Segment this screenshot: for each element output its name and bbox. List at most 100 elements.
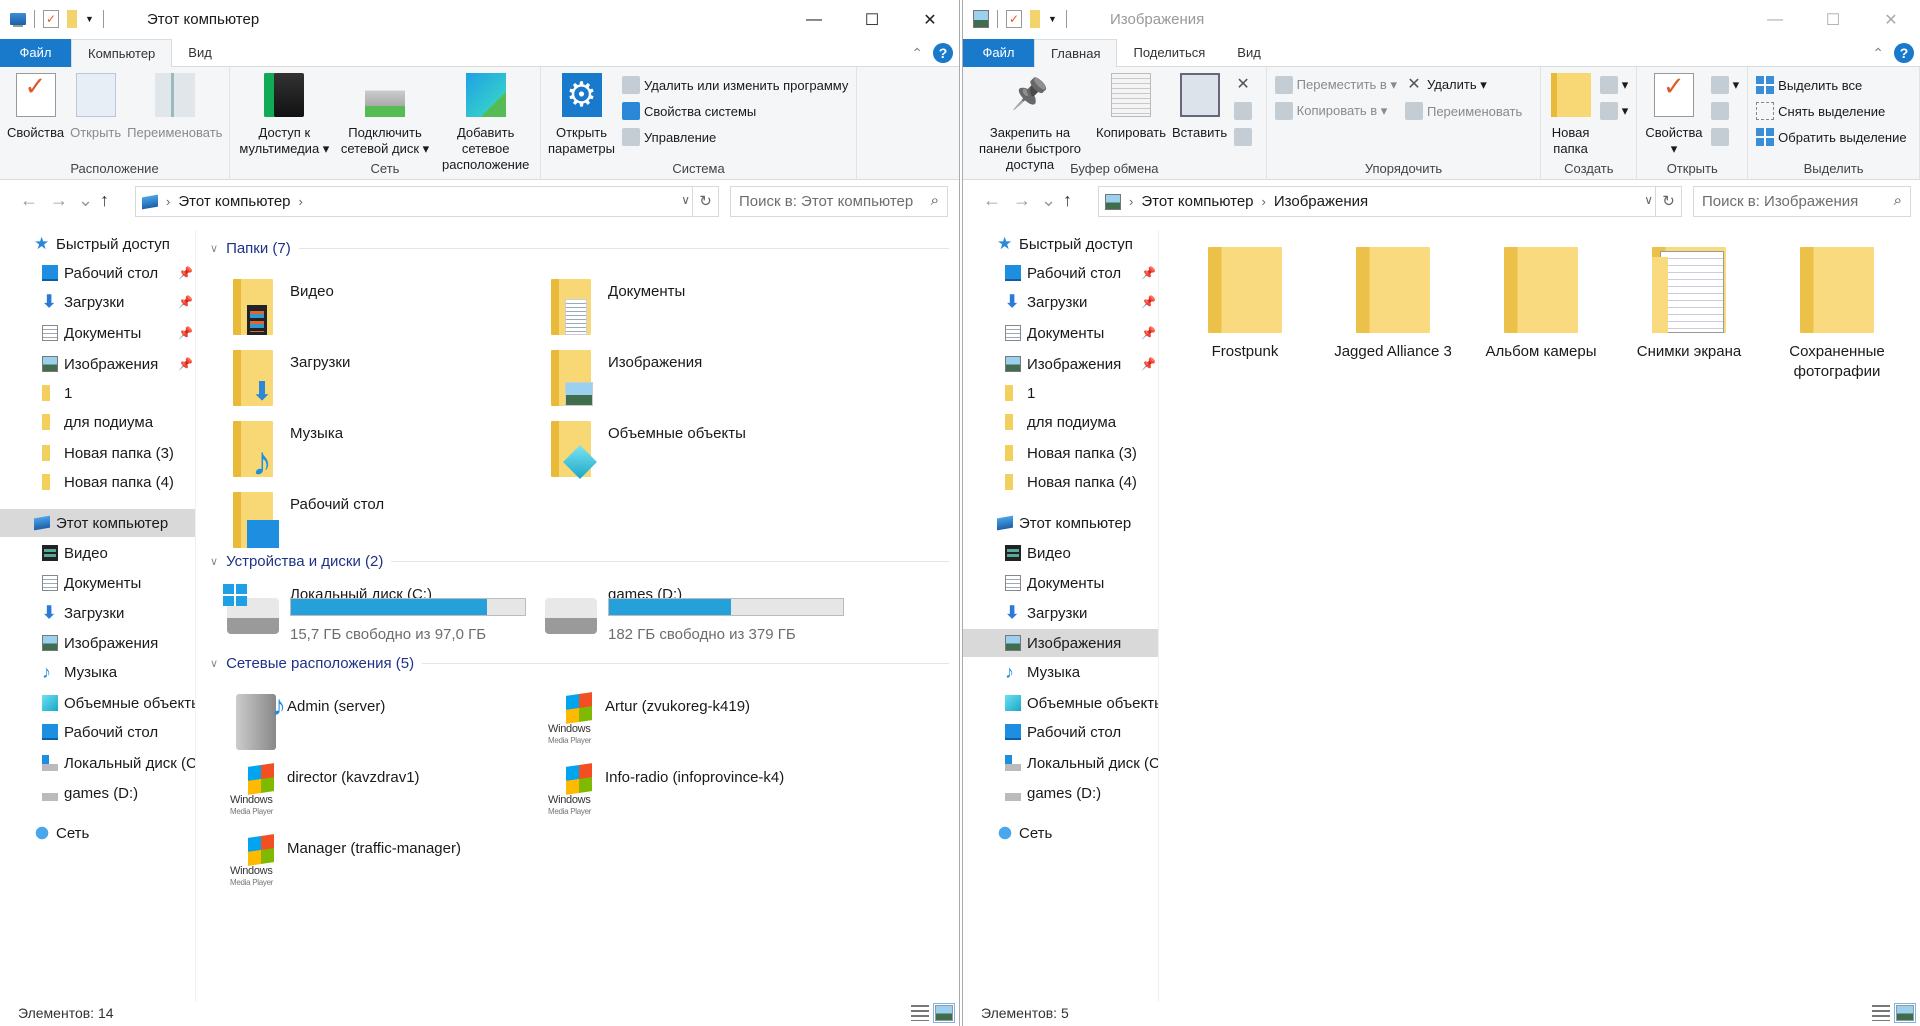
nav-item[interactable]: Новая папка (3) [0,439,195,467]
nav-item[interactable]: Изображения [0,629,195,657]
folder-tile[interactable]: Объемные объекты [551,421,869,489]
pin-icon[interactable]: 📌 [1141,266,1156,280]
nav-item[interactable]: Загрузки [0,599,195,627]
refresh-button[interactable]: ↻ [1655,187,1681,216]
ribbon-small-button[interactable]: Свойства системы [622,101,848,121]
recent-locations-chevron-icon[interactable]: ⌄ [78,190,93,211]
help-icon[interactable]: ? [933,43,953,63]
nav-item[interactable]: 1 [963,379,1158,407]
collapse-ribbon-chevron-icon[interactable]: ⌃ [1872,45,1884,62]
folder-tile[interactable]: Загрузки [233,350,551,418]
ribbon-small-button[interactable]: Обратить выделение [1756,127,1907,147]
search-input[interactable]: Поиск в: Этот компьютер ⌕ [730,186,948,217]
nav-item[interactable]: games (D:) [0,779,195,807]
network-location-tile[interactable]: Admin (server) [230,690,548,762]
breadcrumb-item[interactable]: Изображения [1274,193,1368,210]
nav-item[interactable]: Видео [963,539,1158,567]
nav-item[interactable]: Видео [0,539,195,567]
folder-tile[interactable]: Снимки экрана [1619,247,1759,362]
recent-locations-chevron-icon[interactable]: ⌄ [1041,190,1056,211]
ribbon-small-button[interactable]: Управление [622,127,848,147]
address-dropdown-icon[interactable]: ∨ [1644,193,1653,207]
folder-tile[interactable]: Музыка [233,421,551,489]
nav-item[interactable]: 1 [0,379,195,407]
nav-item[interactable]: Документы [0,569,195,597]
large-icons-view-icon[interactable] [933,1003,955,1023]
nav-item[interactable]: Быстрый доступ [963,230,1158,258]
up-button[interactable]: ↑ [1063,190,1072,211]
folder-tile[interactable]: Альбом камеры [1471,247,1611,362]
breadcrumb-separator-icon[interactable]: › [166,194,170,209]
nav-item[interactable]: games (D:) [963,779,1158,807]
details-view-icon[interactable] [911,1005,929,1021]
collapse-ribbon-chevron-icon[interactable]: ⌃ [911,45,923,62]
nav-item[interactable]: Изображения [963,629,1158,657]
properties-icon[interactable]: ✓ [43,10,59,28]
ribbon-small-button[interactable] [1710,127,1740,147]
ribbon-small-button[interactable] [1234,101,1253,121]
folder-tile[interactable]: Изображения [551,350,869,418]
ribbon-small-button[interactable]: ▾ [1599,101,1628,121]
ribbon-small-button[interactable] [1710,101,1740,121]
maximize-button[interactable]: ☐ [1804,0,1862,39]
ribbon-small-button[interactable]: ▾ [1710,75,1739,95]
nav-item[interactable]: Новая папка (3) [963,439,1158,467]
nav-item[interactable]: Изображения 📌 [963,350,1158,378]
breadcrumb-separator-icon[interactable]: › [1129,194,1133,209]
network-location-tile[interactable]: Windows Media Player Artur (zvukoreg-k419) [548,692,866,762]
minimize-button[interactable]: — [1746,0,1804,39]
details-view-icon[interactable] [1872,1005,1890,1021]
close-button[interactable]: ✕ [901,0,959,39]
maximize-button[interactable]: ☐ [843,0,901,39]
nav-item[interactable]: Локальный диск (C:) [963,749,1158,777]
new-folder-icon[interactable] [1030,10,1040,28]
breadcrumb-separator-icon[interactable]: › [299,194,303,209]
section-header[interactable]: ∨ Папки (7) [210,238,949,258]
tab-1[interactable]: Главная [1034,39,1118,68]
tab-2[interactable]: Вид [172,39,228,67]
address-dropdown-icon[interactable]: ∨ [681,193,690,207]
pin-icon[interactable]: 📌 [178,295,193,309]
folder-tile[interactable]: Frostpunk [1175,247,1315,362]
ribbon-small-button[interactable]: Удалить ▾ [1405,75,1522,95]
nav-item[interactable]: Рабочий стол 📌 [963,259,1158,287]
ribbon-small-button[interactable]: Переместить в ▾ [1274,75,1397,95]
nav-item[interactable]: Загрузки 📌 [963,288,1158,316]
customize-toolbar-chevron-icon[interactable]: ▼ [1048,10,1058,28]
folder-tile[interactable]: Сохраненные фотографии [1767,247,1907,382]
pin-icon[interactable]: 📌 [1141,357,1156,371]
nav-item[interactable]: для подиума [0,408,195,436]
help-icon[interactable]: ? [1894,43,1914,63]
nav-item[interactable]: Объемные объекты [0,689,195,717]
tab-1[interactable]: Компьютер [71,39,173,68]
new-folder-icon[interactable] [67,10,77,28]
ribbon-small-button[interactable]: Удалить или изменить программу [622,75,848,95]
nav-item[interactable]: Изображения 📌 [0,350,195,378]
folder-tile[interactable]: Jagged Alliance 3 [1323,247,1463,362]
ribbon-small-button[interactable] [1234,127,1253,147]
network-location-tile[interactable]: Windows Media Player director (kavzdrav1) [230,763,548,833]
search-input[interactable]: Поиск в: Изображения ⌕ [1693,186,1911,217]
pin-icon[interactable]: 📌 [178,357,193,371]
pin-icon[interactable]: 📌 [178,266,193,280]
minimize-button[interactable]: — [785,0,843,39]
ribbon-small-button[interactable] [1234,75,1252,95]
tab-file[interactable]: Файл [963,39,1034,67]
nav-item[interactable]: для подиума [963,408,1158,436]
properties-icon[interactable]: ✓ [1006,10,1022,28]
ribbon-small-button[interactable]: Переименовать [1404,101,1522,121]
large-icons-view-icon[interactable] [1894,1003,1916,1023]
ribbon-small-button[interactable]: ▾ [1599,75,1628,95]
tab-2[interactable]: Поделиться [1117,39,1221,67]
nav-item[interactable]: Документы [963,569,1158,597]
nav-item[interactable]: Этот компьютер [0,509,195,537]
folder-tile[interactable]: Рабочий стол [233,492,551,560]
drive-tile[interactable]: Локальный диск (C:) 15,7 ГБ свободно из 9… [223,584,545,658]
nav-item[interactable]: Загрузки [963,599,1158,627]
address-bar[interactable]: › Этот компьютер › ∨ ↻ [135,186,719,217]
nav-item[interactable]: Объемные объекты [963,689,1158,717]
nav-item[interactable]: Локальный диск (C:) [0,749,195,777]
breadcrumb-item[interactable]: Этот компьютер [1141,193,1253,210]
nav-item[interactable]: Сеть [963,819,1158,847]
up-button[interactable]: ↑ [100,190,109,211]
